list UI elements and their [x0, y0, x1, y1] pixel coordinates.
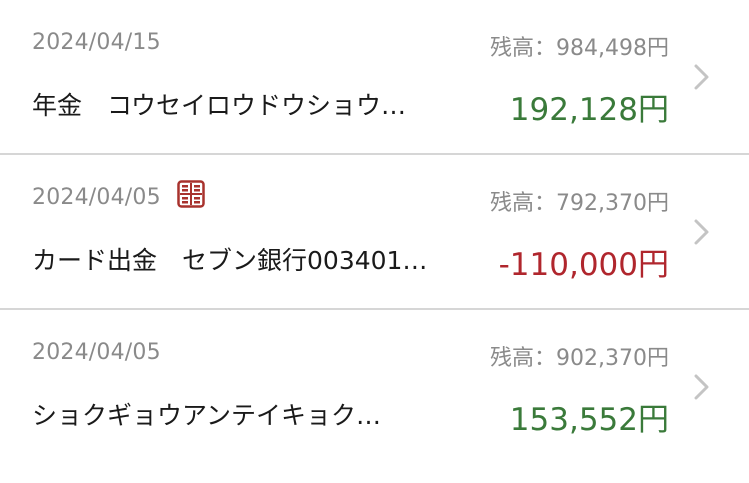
transaction-row[interactable]: 2024/04/15 残高：984,498円 年金 コウセイロウドウショウ… 1…	[0, 0, 749, 155]
transaction-row[interactable]: 2024/04/05 残高：792,370円 カード出金 セブン銀行003401…	[0, 155, 749, 310]
transaction-amount: 153,552円	[509, 402, 669, 438]
atm-card-icon	[177, 180, 205, 208]
transaction-description: ショクギョウアンテイキョク…	[32, 401, 382, 430]
transaction-description: カード出金 セブン銀行003401…	[32, 246, 428, 275]
transaction-date: 2024/04/15	[32, 30, 161, 55]
transaction-balance: 残高：792,370円	[490, 191, 669, 216]
chevron-right-icon	[691, 218, 713, 246]
transaction-balance: 残高：984,498円	[490, 36, 669, 61]
chevron-right-icon	[691, 63, 713, 91]
transaction-list: 2024/04/15 残高：984,498円 年金 コウセイロウドウショウ… 1…	[0, 0, 749, 483]
transaction-date: 2024/04/05	[32, 185, 161, 210]
chevron-right-icon	[691, 373, 713, 401]
transaction-description: 年金 コウセイロウドウショウ…	[32, 91, 407, 120]
transaction-date: 2024/04/05	[32, 340, 161, 365]
transaction-amount: -110,000円	[498, 247, 669, 283]
transaction-row[interactable]: 2024/04/05 残高：902,370円 ショクギョウアンテイキョク… 15…	[0, 310, 749, 483]
transaction-balance: 残高：902,370円	[490, 346, 669, 371]
transaction-amount: 192,128円	[509, 92, 669, 128]
